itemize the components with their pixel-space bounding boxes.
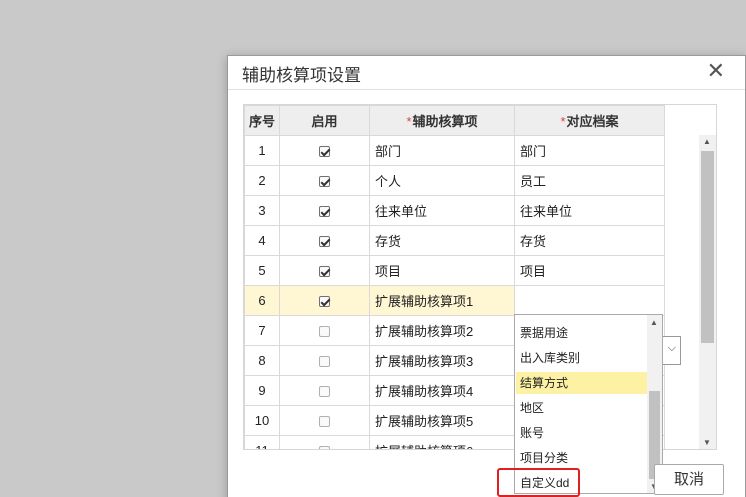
column-header: 启用 [279,105,370,136]
enabled-cell [279,435,370,449]
aux-item-cell[interactable]: 扩展辅助核算项2 [369,315,515,346]
archive-cell[interactable]: 项目 [514,255,665,286]
column-header: *对应档案 [514,105,665,136]
row-seq: 9 [244,375,280,406]
table-scrollbar[interactable]: ▲ ▼ [699,135,716,449]
enabled-checkbox[interactable] [319,446,330,449]
table-row[interactable]: 3 往来单位 往来单位 [244,195,665,226]
chevron-down-icon[interactable]: ⌵ [668,342,676,355]
scroll-up-icon[interactable]: ▲ [703,137,711,146]
enabled-checkbox[interactable] [319,266,330,278]
scroll-up-icon[interactable]: ▲ [650,318,658,327]
close-icon[interactable]: ✕ [707,58,725,84]
column-header: 序号 [244,105,280,136]
archive-cell[interactable] [514,285,665,316]
archive-cell[interactable]: 存货 [514,225,665,256]
dialog-header: 辅助核算项设置 ✕ [228,56,745,90]
enabled-checkbox[interactable] [319,236,330,248]
aux-item-cell[interactable]: 扩展辅助核算项5 [369,405,515,436]
column-header: *辅助核算项 [369,105,515,136]
table-header-row: 序号 启用 *辅助核算项 *对应档案 [244,105,665,136]
enabled-checkbox[interactable] [319,146,330,158]
enabled-cell [279,255,370,286]
aux-item-cell[interactable]: 部门 [369,135,515,166]
enabled-checkbox[interactable] [319,296,330,308]
dropdown-option[interactable]: 账号 [516,422,647,444]
dropdown-option[interactable]: 结算方式 [516,372,647,394]
enabled-cell [279,345,370,376]
aux-item-cell[interactable]: 扩展辅助核算项1 [369,285,515,316]
aux-item-cell[interactable]: 项目 [369,255,515,286]
enabled-cell [279,315,370,346]
enabled-cell [279,225,370,256]
aux-item-cell[interactable]: 扩展辅助核算项3 [369,345,515,376]
dropdown-option[interactable]: 地区 [516,397,647,419]
enabled-cell [279,375,370,406]
aux-item-cell[interactable]: 存货 [369,225,515,256]
enabled-checkbox[interactable] [319,326,330,338]
settings-dialog: 辅助核算项设置 ✕ 序号 启用 *辅助核算项 *对应档案 1 部门 部门 2 个人 员工 3 往来单… [227,55,746,497]
required-mark: * [560,114,566,129]
dropdown-option[interactable]: 出入库类别 [516,347,647,369]
cancel-button[interactable]: 取消 [654,464,724,495]
row-seq: 5 [244,255,280,286]
row-seq: 6 [244,285,280,316]
table-row[interactable]: 1 部门 部门 [244,135,665,166]
row-seq: 11 [244,435,280,449]
enabled-cell [279,405,370,436]
enabled-checkbox[interactable] [319,356,330,368]
column-header-label: 序号 [248,114,275,129]
table-row[interactable]: 5 项目 项目 [244,255,665,286]
aux-item-cell[interactable]: 扩展辅助核算项4 [369,375,515,406]
row-seq: 3 [244,195,280,226]
archive-cell[interactable]: 员工 [514,165,665,196]
aux-item-cell[interactable]: 扩展辅助核算项6 [369,435,515,449]
row-seq: 4 [244,225,280,256]
scroll-thumb[interactable] [701,151,714,343]
column-header-label: 辅助核算项 [412,114,478,129]
enabled-cell [279,135,370,166]
aux-item-cell[interactable]: 往来单位 [369,195,515,226]
row-seq: 10 [244,405,280,436]
scroll-down-icon[interactable]: ▼ [703,438,711,447]
enabled-checkbox[interactable] [319,176,330,188]
archive-cell[interactable]: 部门 [514,135,665,166]
table-row[interactable]: 2 个人 员工 [244,165,665,196]
row-seq: 1 [244,135,280,166]
row-seq: 7 [244,315,280,346]
dropdown-option[interactable]: 票据用途 [516,322,647,344]
table-row[interactable]: 6 扩展辅助核算项1 [244,285,665,316]
column-header-label: 启用 [311,114,338,129]
row-seq: 8 [244,345,280,376]
column-header-label: 对应档案 [566,114,619,129]
highlight-annotation [497,468,580,497]
enabled-cell [279,165,370,196]
table-row[interactable]: 4 存货 存货 [244,225,665,256]
dropdown-option[interactable]: 项目分类 [516,447,647,469]
enabled-cell [279,285,370,316]
row-seq: 2 [244,165,280,196]
enabled-checkbox[interactable] [319,206,330,218]
enabled-checkbox[interactable] [319,416,330,428]
required-mark: * [406,114,412,129]
archive-dropdown: ▲ ▼ 票据用途出入库类别结算方式地区账号项目分类自定义dd [514,314,663,494]
enabled-cell [279,195,370,226]
dialog-title: 辅助核算项设置 [242,66,361,86]
aux-item-cell[interactable]: 个人 [369,165,515,196]
archive-cell[interactable]: 往来单位 [514,195,665,226]
enabled-checkbox[interactable] [319,386,330,398]
